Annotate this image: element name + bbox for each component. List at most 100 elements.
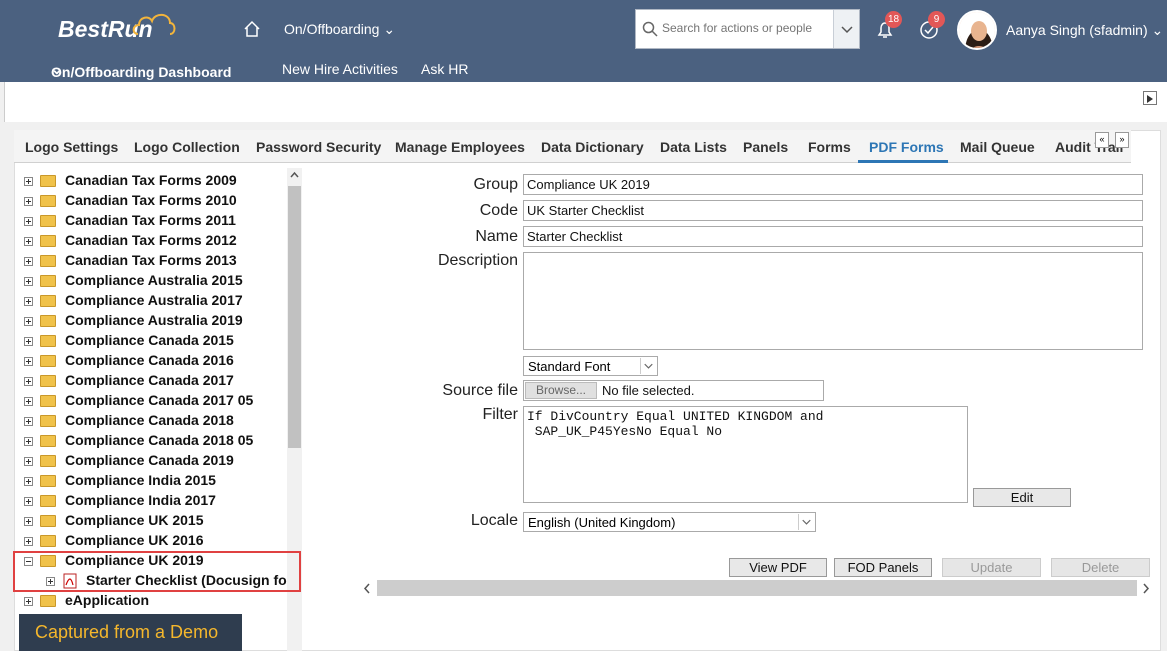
tree-item-folder[interactable]: Canadian Tax Forms 2013 [24,252,237,272]
folder-icon [40,415,56,428]
search-box[interactable] [635,9,860,49]
tree-item-label: Compliance Australia 2017 [65,292,243,308]
tree-item-folder[interactable]: eApplication [24,592,149,612]
expand-panel-button[interactable] [1143,91,1157,105]
fod-panels-button[interactable]: FOD Panels [834,558,932,577]
tree-item-folder[interactable]: Canadian Tax Forms 2009 [24,172,237,192]
expand-icon[interactable] [24,356,33,366]
tree-item-folder[interactable]: Compliance Canada 2019 [24,452,234,472]
tab-password-security[interactable]: Password Security [256,139,381,155]
tree-item-label: Canadian Tax Forms 2011 [65,212,236,228]
tree-item-folder[interactable]: Compliance Canada 2016 [24,352,234,372]
name-field[interactable]: Starter Checklist [523,226,1143,247]
folder-icon [40,315,56,328]
tree-item-label: Canadian Tax Forms 2009 [65,172,237,188]
home-icon[interactable] [243,20,261,38]
tree-item-folder[interactable]: Compliance India 2015 [24,472,216,492]
tree-item-folder[interactable]: Compliance Australia 2019 [24,312,243,332]
source-file-label: Source file [442,382,518,399]
folder-icon [40,195,56,208]
tab-forms[interactable]: Forms [808,139,851,155]
expand-icon[interactable] [24,456,33,466]
source-file-input[interactable]: Browse... No file selected. [523,380,824,401]
tab-panels[interactable]: Panels [743,139,788,155]
subnav-new-hire[interactable]: New Hire Activities [282,61,398,77]
expand-icon[interactable] [24,336,33,346]
tab-pdf-forms[interactable]: PDF Forms [869,139,944,155]
tree-item-folder[interactable]: Compliance Australia 2015 [24,272,243,292]
expand-icon[interactable] [24,256,33,266]
module-menu-label: On/Offboarding [284,21,380,37]
folder-icon [40,495,56,508]
expand-icon[interactable] [24,216,33,226]
expand-icon[interactable] [24,196,33,206]
expand-icon[interactable] [24,396,33,406]
active-tab-indicator [858,160,948,163]
tab-data-lists[interactable]: Data Lists [660,139,727,155]
name-label: Name [475,228,518,245]
filter-textarea[interactable]: If DivCountry Equal UNITED KINGDOM and S… [523,406,968,503]
tab-mail-queue[interactable]: Mail Queue [960,139,1035,155]
expand-icon[interactable] [24,596,33,606]
tab-data-dictionary[interactable]: Data Dictionary [541,139,644,155]
tree-item-label: Canadian Tax Forms 2013 [65,252,237,268]
edit-filter-button[interactable]: Edit [973,488,1071,507]
search-scope-dropdown[interactable] [833,10,859,48]
expand-icon[interactable] [24,376,33,386]
code-label: Code [479,202,518,219]
folder-icon [40,215,56,228]
tab-logo-collection[interactable]: Logo Collection [134,139,240,155]
tab-logo-settings[interactable]: Logo Settings [25,139,118,155]
update-button[interactable]: Update [942,558,1041,577]
locale-select[interactable]: English (United Kingdom) [523,512,816,532]
tab-scroll-right-button[interactable]: » [1115,132,1129,148]
expand-icon[interactable] [24,296,33,306]
tree-item-folder[interactable]: Compliance Canada 2015 [24,332,234,352]
expand-icon[interactable] [24,536,33,546]
tree-item-label: Compliance Canada 2019 [65,452,234,468]
folder-icon [40,455,56,468]
tree-item-folder[interactable]: Compliance Canada 2017 [24,372,234,392]
view-pdf-button[interactable]: View PDF [729,558,827,577]
delete-button[interactable]: Delete [1051,558,1150,577]
form-horizontal-scrollbar-thumb[interactable] [377,580,1137,596]
chevron-down-icon [841,26,853,34]
tree-item-folder[interactable]: Compliance Australia 2017 [24,292,243,312]
user-menu[interactable]: Aanya Singh (sfadmin) ⌄ [1006,22,1163,39]
search-input[interactable] [662,21,832,35]
code-field[interactable]: UK Starter Checklist [523,200,1143,221]
expand-icon[interactable] [24,236,33,246]
description-label: Description [437,252,518,269]
tree-item-folder[interactable]: Compliance India 2017 [24,492,216,512]
expand-icon[interactable] [24,176,33,186]
tree-item-folder[interactable]: Compliance Canada 2018 05 [24,432,253,452]
description-textarea[interactable] [523,252,1143,350]
subnav-dashboard[interactable]: On/Offboarding Dashboard ⌄ [51,61,231,80]
expand-icon[interactable] [24,516,33,526]
expand-icon[interactable] [24,436,33,446]
avatar[interactable] [957,10,997,50]
expand-icon[interactable] [24,476,33,486]
tree-item-folder[interactable]: Compliance UK 2015 [24,512,204,532]
expand-icon[interactable] [24,276,33,286]
tree-item-folder[interactable]: Compliance Canada 2018 [24,412,234,432]
tree-item-folder[interactable]: Canadian Tax Forms 2011 [24,212,236,232]
tree-scrollbar-thumb[interactable] [288,186,301,448]
tree-item-folder[interactable]: Compliance UK 2016 [24,532,204,552]
subnav-ask-hr[interactable]: Ask HR [421,61,468,77]
browse-button[interactable]: Browse... [525,382,597,399]
tab-manage-employees[interactable]: Manage Employees [395,139,525,155]
toolbar-strip [4,82,1167,122]
tab-scroll-left-button[interactable]: « [1095,132,1109,148]
tree-item-folder[interactable]: Canadian Tax Forms 2010 [24,192,237,212]
chevron-right-icon [1143,583,1150,594]
chevron-left-icon [363,583,370,594]
group-field[interactable]: Compliance UK 2019 [523,174,1143,195]
font-select[interactable]: Standard Font [523,356,658,376]
expand-icon[interactable] [24,316,33,326]
tree-item-folder[interactable]: Compliance Canada 2017 05 [24,392,253,412]
module-menu[interactable]: On/Offboarding ⌄ [284,21,395,38]
expand-icon[interactable] [24,416,33,426]
tree-item-folder[interactable]: Canadian Tax Forms 2012 [24,232,237,252]
expand-icon[interactable] [24,496,33,506]
